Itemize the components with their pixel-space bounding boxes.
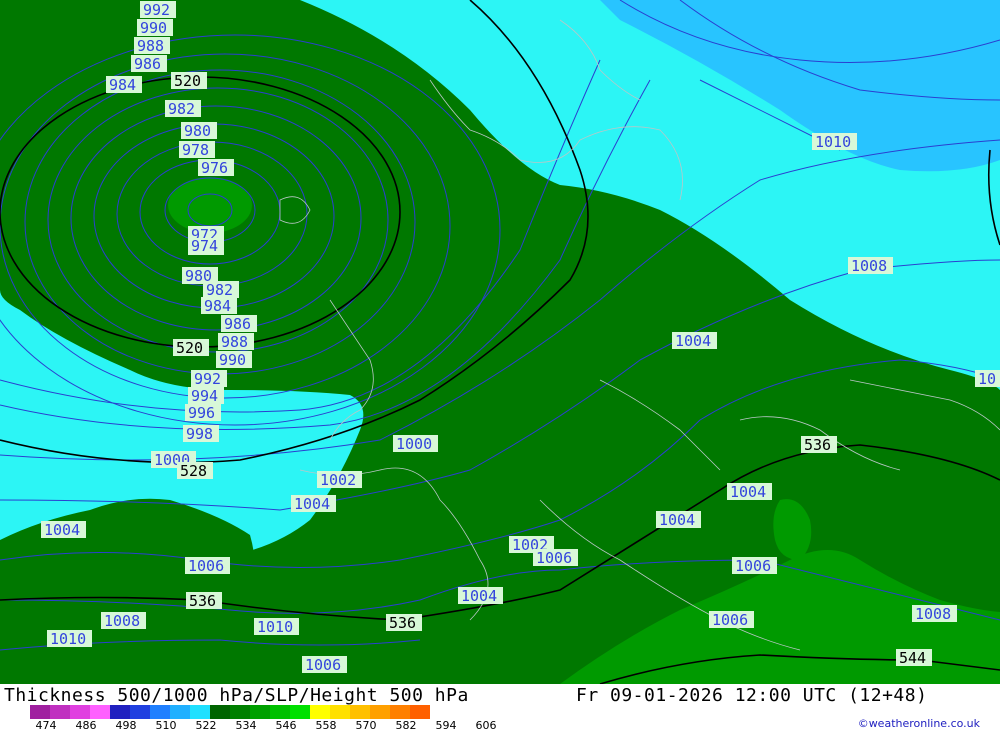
legend-swatch xyxy=(70,705,90,719)
slp-label: 976 xyxy=(201,159,228,177)
slp-label: 1010 xyxy=(257,618,293,636)
legend-swatch xyxy=(170,705,190,719)
slp-label: 1008 xyxy=(104,612,140,630)
map-title: Thickness 500/1000 hPa/SLP/Height 500 hP… xyxy=(4,685,469,706)
legend-swatch xyxy=(350,705,370,719)
legend-tick: 510 xyxy=(155,719,177,732)
legend-tick: 582 xyxy=(395,719,417,732)
legend-swatch xyxy=(130,705,150,719)
slp-label: 1006 xyxy=(735,557,771,575)
height-label: 536 xyxy=(389,614,416,632)
slp-label: 984 xyxy=(109,76,136,94)
legend-tick: 498 xyxy=(115,719,137,732)
slp-label: 1002 xyxy=(320,471,356,489)
slp-label: 978 xyxy=(182,141,209,159)
slp-label: 1004 xyxy=(730,483,766,501)
color-legend xyxy=(30,705,430,719)
legend-tick: 546 xyxy=(275,719,297,732)
slp-label: 1004 xyxy=(461,587,497,605)
slp-label: 988 xyxy=(137,37,164,55)
legend-swatch xyxy=(390,705,410,719)
slp-label: 1006 xyxy=(188,557,224,575)
height-label: 520 xyxy=(174,72,201,90)
height-label: 528 xyxy=(180,462,207,480)
slp-label: 1010 xyxy=(815,133,851,151)
slp-label: 1008 xyxy=(851,257,887,275)
legend-swatch xyxy=(310,705,330,719)
credit-link[interactable]: ©weatheronline.co.uk xyxy=(858,717,980,730)
slp-label: 986 xyxy=(134,55,161,73)
slp-label: 1006 xyxy=(536,549,572,567)
slp-label: 1000 xyxy=(396,435,432,453)
legend-tick: 606 xyxy=(475,719,497,732)
slp-label: 998 xyxy=(186,425,213,443)
height-label: 520 xyxy=(176,339,203,357)
legend-tick: 534 xyxy=(235,719,257,732)
legend-swatch xyxy=(250,705,270,719)
legend-swatch xyxy=(370,705,390,719)
legend-swatch xyxy=(410,705,430,719)
slp-label: 994 xyxy=(191,387,218,405)
legend-ticks: 474 486 498 510 522 534 546 558 570 582 594 606 xyxy=(30,719,510,732)
legend-tick: 474 xyxy=(35,719,57,732)
legend-tick: 486 xyxy=(75,719,97,732)
legend-tick: 594 xyxy=(435,719,457,732)
legend-tick: 558 xyxy=(315,719,337,732)
thickness-fill-534-lower xyxy=(0,498,255,684)
slp-label: 990 xyxy=(219,351,246,369)
legend-swatch xyxy=(90,705,110,719)
height-label: 544 xyxy=(899,649,926,667)
height-label: 536 xyxy=(804,436,831,454)
slp-label: 1010 xyxy=(50,630,86,648)
slp-label: 1006 xyxy=(712,611,748,629)
legend-swatch xyxy=(190,705,210,719)
legend-tick: 570 xyxy=(355,719,377,732)
slp-label: 1004 xyxy=(675,332,711,350)
legend-swatch xyxy=(30,705,50,719)
slp-label: 1006 xyxy=(305,656,341,674)
slp-label: 986 xyxy=(224,315,251,333)
legend-swatch xyxy=(50,705,70,719)
slp-label: 996 xyxy=(188,404,215,422)
height-label: 536 xyxy=(189,592,216,610)
valid-time: Fr 09-01-2026 12:00 UTC (12+48) xyxy=(576,685,928,706)
legend-swatch xyxy=(270,705,290,719)
slp-label: 10 xyxy=(978,370,996,388)
slp-label: 992 xyxy=(143,1,170,19)
slp-label: 988 xyxy=(221,333,248,351)
slp-label: 982 xyxy=(168,100,195,118)
slp-label: 1008 xyxy=(915,605,951,623)
weather-map: 992 990 988 986 984 982 980 978 976 972 … xyxy=(0,0,1000,684)
footer-bar: Thickness 500/1000 hPa/SLP/Height 500 hP… xyxy=(0,684,1000,733)
slp-label: 974 xyxy=(191,237,218,255)
legend-swatch xyxy=(150,705,170,719)
slp-label: 1004 xyxy=(294,495,330,513)
slp-label: 984 xyxy=(204,297,231,315)
legend-swatch xyxy=(110,705,130,719)
legend-swatch xyxy=(210,705,230,719)
legend-tick: 522 xyxy=(195,719,217,732)
legend-swatch xyxy=(230,705,250,719)
slp-label: 990 xyxy=(140,19,167,37)
slp-label: 1004 xyxy=(659,511,695,529)
slp-label: 1004 xyxy=(44,521,80,539)
legend-swatch xyxy=(330,705,350,719)
legend-swatch xyxy=(290,705,310,719)
slp-label: 992 xyxy=(194,370,221,388)
slp-label: 980 xyxy=(184,122,211,140)
